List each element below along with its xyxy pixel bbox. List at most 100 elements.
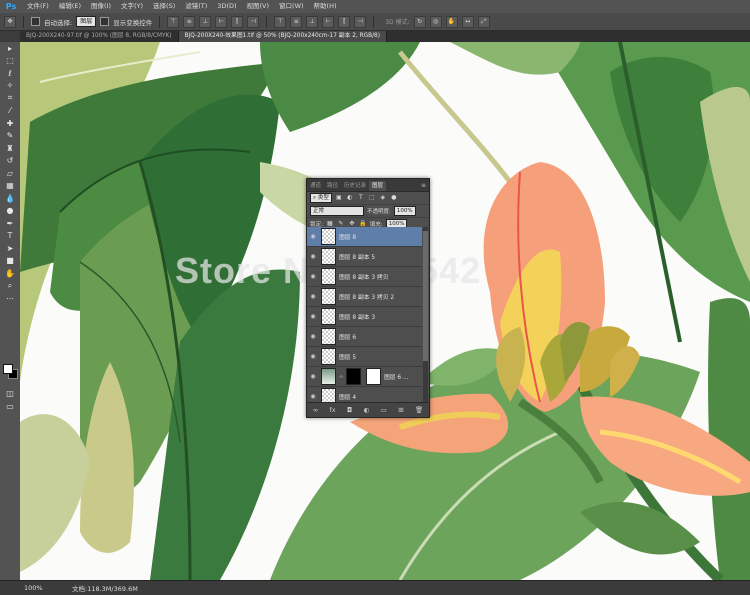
more-tools-icon[interactable]: ⋯ <box>0 292 20 305</box>
3d-scale-icon[interactable]: ⤢ <box>477 15 490 28</box>
panel-menu-icon[interactable]: ≡ <box>421 181 426 191</box>
3d-slide-icon[interactable]: ↔ <box>461 15 474 28</box>
align-right-icon[interactable]: ⊣ <box>247 15 260 28</box>
layer-row[interactable]: ◉ 图层 6 <box>307 327 422 347</box>
opacity-input[interactable]: 100% <box>393 206 416 216</box>
layer-style-icon[interactable]: fx <box>330 406 336 414</box>
distribute-vcenter-icon[interactable]: ≡ <box>290 15 303 28</box>
zoom-tool-icon[interactable]: ⌕ <box>0 280 20 293</box>
dodge-tool-icon[interactable]: ● <box>0 205 20 218</box>
menu-help[interactable]: 帮助(H) <box>309 0 342 13</box>
quick-mask-icon[interactable]: ◫ <box>0 387 20 400</box>
layer-row[interactable]: ◉ 图层 8 副本 3 拷贝 <box>307 267 422 287</box>
eye-icon[interactable]: ◉ <box>307 233 319 240</box>
new-layer-icon[interactable]: ⊞ <box>398 406 403 414</box>
layer-row[interactable]: ◉ ∞ 图层 6 ... <box>307 367 422 387</box>
magic-wand-tool-icon[interactable]: ✧ <box>0 80 20 93</box>
eraser-tool-icon[interactable]: ▱ <box>0 167 20 180</box>
distribute-hcenter-icon[interactable]: ⫿ <box>338 15 351 28</box>
eye-icon[interactable]: ◉ <box>307 273 319 280</box>
brush-tool-icon[interactable]: ✎ <box>0 130 20 143</box>
filter-adjustment-icon[interactable]: ◐ <box>346 194 354 202</box>
align-top-icon[interactable]: ⊤ <box>167 15 180 28</box>
marquee-tool-icon[interactable]: ⬚ <box>0 55 20 68</box>
align-vcenter-icon[interactable]: ≡ <box>183 15 196 28</box>
show-transform-checkbox[interactable] <box>100 17 110 26</box>
blur-tool-icon[interactable]: 💧 <box>0 192 20 205</box>
menu-3d[interactable]: 3D(D) <box>212 0 241 13</box>
layer-mask-thumbnail[interactable] <box>346 368 361 385</box>
screen-mode-icon[interactable]: ▭ <box>0 400 20 413</box>
tab-paths[interactable]: 路径 <box>324 181 341 191</box>
menu-file[interactable]: 文件(F) <box>22 0 54 13</box>
filter-type-icon[interactable]: T <box>357 194 365 202</box>
distribute-right-icon[interactable]: ⊣ <box>354 15 367 28</box>
layer-row[interactable]: ◉ 图层 8 副本 5 <box>307 247 422 267</box>
hand-tool-icon[interactable]: ✋ <box>0 267 20 280</box>
distribute-top-icon[interactable]: ⊤ <box>274 15 287 28</box>
filter-toggle-icon[interactable]: ● <box>390 194 398 202</box>
filter-pixel-icon[interactable]: ▣ <box>335 194 343 202</box>
3d-roll-icon[interactable]: ◎ <box>429 15 442 28</box>
eye-icon[interactable]: ◉ <box>307 253 319 260</box>
layer-filter-dropdown[interactable]: ⌕ 类型 <box>310 193 332 203</box>
filter-shape-icon[interactable]: ⬚ <box>368 194 376 202</box>
link-layers-icon[interactable]: ∞ <box>313 406 318 414</box>
type-tool-icon[interactable]: T <box>0 230 20 243</box>
menu-window[interactable]: 窗口(W) <box>274 0 309 13</box>
path-select-tool-icon[interactable]: ➤ <box>0 242 20 255</box>
filter-smart-icon[interactable]: ◈ <box>379 194 387 202</box>
menu-filter[interactable]: 滤镜(T) <box>180 0 212 13</box>
blend-mode-dropdown[interactable]: 正常 <box>310 206 364 216</box>
eye-icon[interactable]: ◉ <box>307 373 319 380</box>
eye-icon[interactable]: ◉ <box>307 393 319 400</box>
layers-scrollbar[interactable] <box>423 227 428 402</box>
scrollbar-thumb[interactable] <box>423 231 428 361</box>
eye-icon[interactable]: ◉ <box>307 353 319 360</box>
auto-select-dropdown[interactable]: 图层 <box>76 16 97 27</box>
tab-layers[interactable]: 图层 <box>369 181 387 191</box>
crop-tool-icon[interactable]: ⌗ <box>0 92 20 105</box>
add-mask-icon[interactable]: ◘ <box>347 406 352 414</box>
healing-tool-icon[interactable]: ✚ <box>0 117 20 130</box>
layer-mask-thumbnail[interactable] <box>366 368 381 385</box>
align-bottom-icon[interactable]: ⊥ <box>199 15 212 28</box>
move-tool-icon[interactable]: ✥ <box>4 15 16 28</box>
layer-row[interactable]: ◉ 图层 5 <box>307 347 422 367</box>
adjustment-layer-icon[interactable]: ◐ <box>364 406 370 414</box>
tab-history[interactable]: 历史记录 <box>341 181 369 191</box>
3d-pan-icon[interactable]: ✋ <box>445 15 458 28</box>
shape-tool-icon[interactable]: ■ <box>0 255 20 268</box>
layer-row[interactable]: ◉ 图层 4 <box>307 387 422 402</box>
eye-icon[interactable]: ◉ <box>307 333 319 340</box>
layer-row[interactable]: ◉ 图层 8 <box>307 227 422 247</box>
auto-select-checkbox[interactable] <box>31 17 40 26</box>
tab-channels[interactable]: 通道 <box>307 181 324 191</box>
gradient-tool-icon[interactable]: ▦ <box>0 180 20 193</box>
delete-layer-icon[interactable]: 🗑 <box>415 406 423 414</box>
tab-document-2[interactable]: BJQ-200X240-效果图1.tif @ 50% (BJQ-200x240c… <box>178 31 387 42</box>
eye-icon[interactable]: ◉ <box>307 293 319 300</box>
eyedropper-tool-icon[interactable]: ⁄ <box>0 105 20 118</box>
stamp-tool-icon[interactable]: ♜ <box>0 142 20 155</box>
menu-type[interactable]: 文字(Y) <box>116 0 148 13</box>
distribute-left-icon[interactable]: ⊢ <box>322 15 335 28</box>
align-hcenter-icon[interactable]: ⫿ <box>231 15 244 28</box>
distribute-bottom-icon[interactable]: ⊥ <box>306 15 319 28</box>
menu-edit[interactable]: 编辑(E) <box>54 0 86 13</box>
3d-rotate-icon[interactable]: ↻ <box>413 15 426 28</box>
layer-row[interactable]: ◉ 图层 8 副本 3 <box>307 307 422 327</box>
new-group-icon[interactable]: ▭ <box>381 406 387 414</box>
pen-tool-icon[interactable]: ✒ <box>0 217 20 230</box>
zoom-level[interactable]: 100% <box>24 584 54 592</box>
lasso-tool-icon[interactable]: ℓ <box>0 67 20 80</box>
move-tool-icon[interactable]: ▸ <box>0 42 20 55</box>
history-brush-tool-icon[interactable]: ↺ <box>0 155 20 168</box>
menu-select[interactable]: 选择(S) <box>148 0 180 13</box>
tab-document-1[interactable]: BJQ-200X240-97.tif @ 100% (图层 8, RGB/8/C… <box>20 31 179 42</box>
menu-view[interactable]: 视图(V) <box>242 0 275 13</box>
layer-row[interactable]: ◉ 图层 8 副本 3 拷贝 2 <box>307 287 422 307</box>
align-left-icon[interactable]: ⊢ <box>215 15 228 28</box>
eye-icon[interactable]: ◉ <box>307 313 319 320</box>
menu-image[interactable]: 图像(I) <box>86 0 116 13</box>
